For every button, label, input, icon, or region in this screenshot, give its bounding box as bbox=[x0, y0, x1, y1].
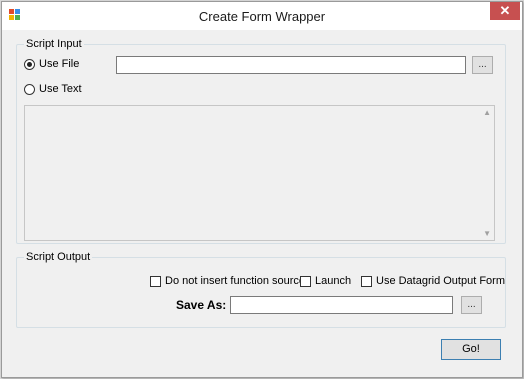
browse-file-button[interactable]: ... bbox=[472, 56, 493, 74]
script-input-group: Script Input Use File ... Use Text ▲ ▼ bbox=[16, 38, 506, 244]
file-path-input[interactable] bbox=[116, 56, 466, 74]
title-bar: Create Form Wrapper ✕ bbox=[2, 2, 522, 30]
scroll-down-arrow-icon[interactable]: ▼ bbox=[483, 229, 491, 238]
script-output-label: Script Output bbox=[24, 251, 93, 263]
save-as-label: Save As: bbox=[176, 298, 227, 312]
go-button[interactable]: Go! bbox=[441, 339, 501, 360]
use-text-radio[interactable]: Use Text bbox=[24, 83, 82, 95]
script-text-area[interactable]: ▲ ▼ bbox=[24, 105, 495, 241]
launch-label: Launch bbox=[315, 275, 352, 287]
use-file-label: Use File bbox=[39, 58, 80, 70]
no-function-source-checkbox[interactable]: Do not insert function source bbox=[150, 275, 305, 287]
use-text-radio-dot[interactable] bbox=[24, 83, 35, 95]
close-button[interactable]: ✕ bbox=[490, 2, 520, 20]
scroll-up-arrow-icon[interactable]: ▲ bbox=[483, 108, 491, 117]
window-title: Create Form Wrapper bbox=[198, 9, 326, 24]
use-file-radio-dot[interactable] bbox=[24, 58, 35, 70]
datagrid-output-checkbox[interactable]: Use Datagrid Output Form bbox=[361, 275, 505, 287]
use-file-radio[interactable]: Use File bbox=[24, 58, 79, 70]
no-function-source-label: Do not insert function source bbox=[165, 275, 306, 287]
no-function-source-box[interactable] bbox=[150, 275, 161, 287]
launch-box[interactable] bbox=[300, 275, 311, 287]
script-output-group: Script Output Do not insert function sou… bbox=[16, 251, 506, 328]
launch-checkbox[interactable]: Launch bbox=[300, 275, 351, 287]
datagrid-output-label: Use Datagrid Output Form bbox=[376, 275, 505, 287]
create-form-wrapper-window: Create Form Wrapper ✕ Script Input Use F… bbox=[1, 1, 523, 378]
use-text-label: Use Text bbox=[39, 83, 82, 95]
script-input-label: Script Input bbox=[24, 38, 84, 50]
datagrid-output-box[interactable] bbox=[361, 275, 372, 287]
save-as-input[interactable] bbox=[230, 296, 453, 314]
save-as-browse-button[interactable]: ... bbox=[461, 296, 482, 314]
close-icon: ✕ bbox=[499, 3, 511, 18]
